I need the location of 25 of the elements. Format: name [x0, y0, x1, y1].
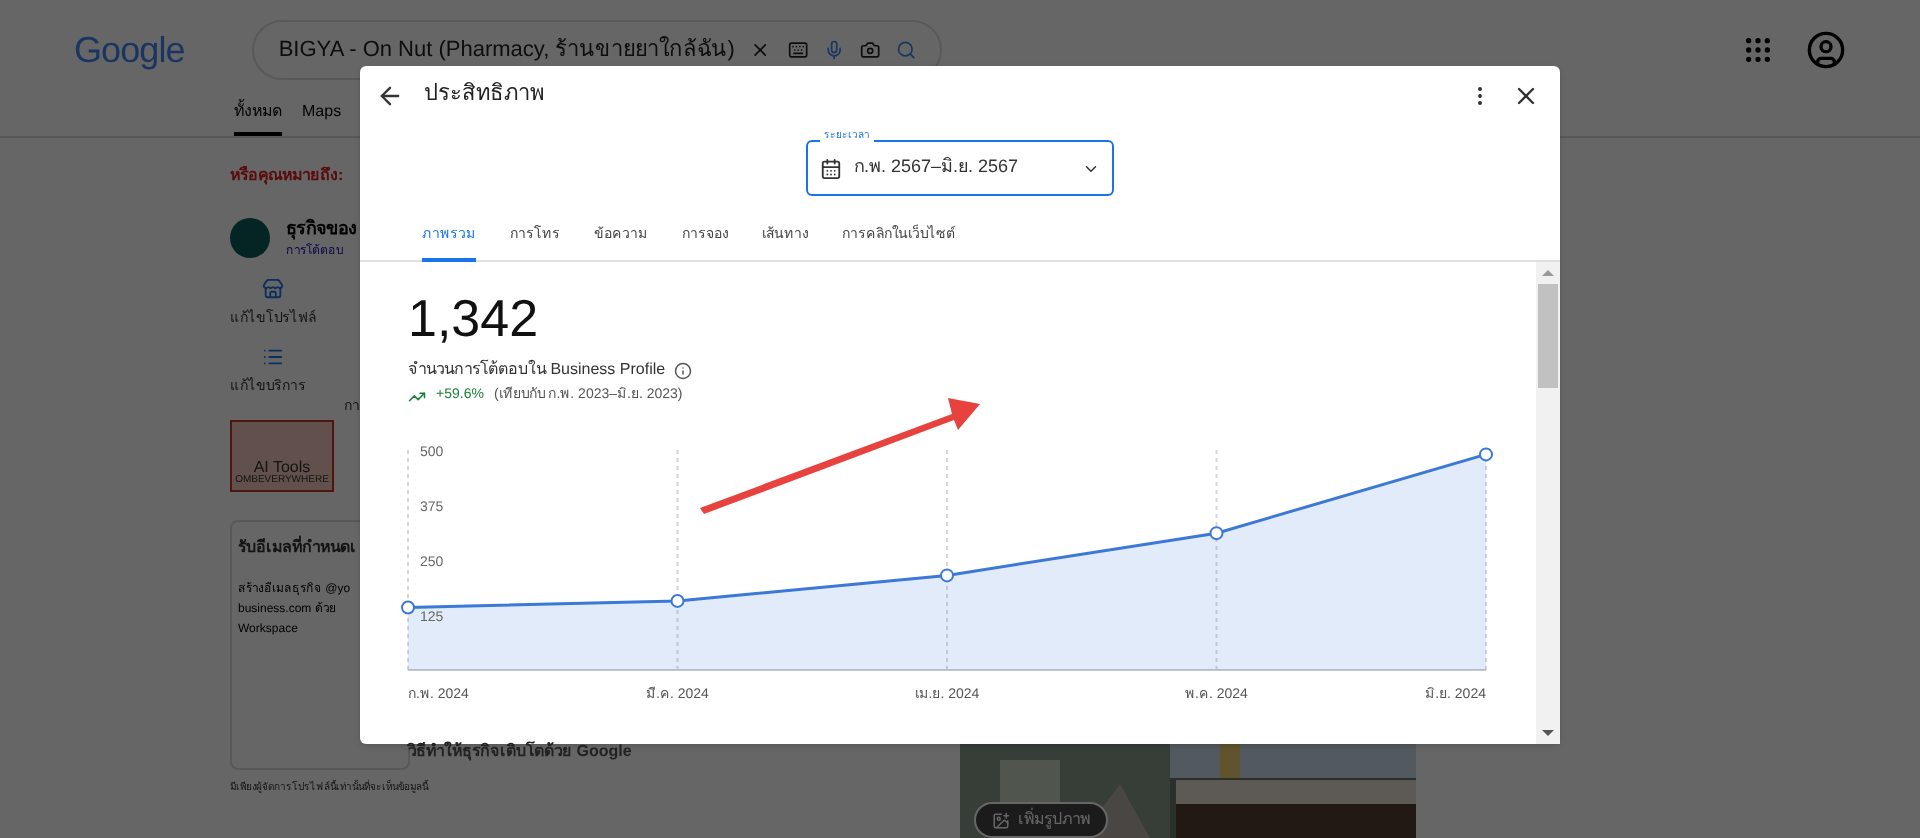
- add-photo-button[interactable]: เพิ่มรูปภาพ: [974, 802, 1108, 838]
- microphone-icon[interactable]: [823, 36, 844, 64]
- trend-up-icon: [408, 387, 426, 406]
- back-icon[interactable]: [376, 81, 404, 109]
- total-label: จำนวนการโต้ตอบใน Business Profile: [408, 358, 666, 382]
- apps-icon[interactable]: [1742, 34, 1774, 66]
- calendar-icon: [820, 157, 842, 179]
- keyboard-icon[interactable]: [787, 36, 808, 64]
- add-photo-icon: [992, 811, 1010, 829]
- search-icon[interactable]: [896, 36, 917, 64]
- dialog-title: ประสิทธิภาพ: [424, 80, 544, 111]
- list-icon[interactable]: [262, 346, 284, 368]
- camera-icon[interactable]: [859, 36, 881, 64]
- card-title: รับอีเมลที่กำหนดเ: [238, 535, 358, 559]
- google-logo[interactable]: Google: [74, 32, 185, 68]
- avatar-icon[interactable]: [1806, 30, 1846, 70]
- info-icon[interactable]: [673, 361, 692, 379]
- business-title: ธุรกิจของ: [286, 216, 356, 243]
- scrollbar[interactable]: [1536, 262, 1560, 744]
- search-tab[interactable]: ทั้งหมด: [234, 100, 282, 136]
- business-logo: [230, 218, 270, 259]
- did-you-mean: หรือคุณหมายถึง:: [230, 164, 344, 188]
- section-heading: วิธีทำให้ธุรกิจเติบโตด้วย Google: [408, 739, 634, 763]
- store-icon[interactable]: [262, 277, 284, 299]
- total-interactions: 1,342: [408, 292, 541, 344]
